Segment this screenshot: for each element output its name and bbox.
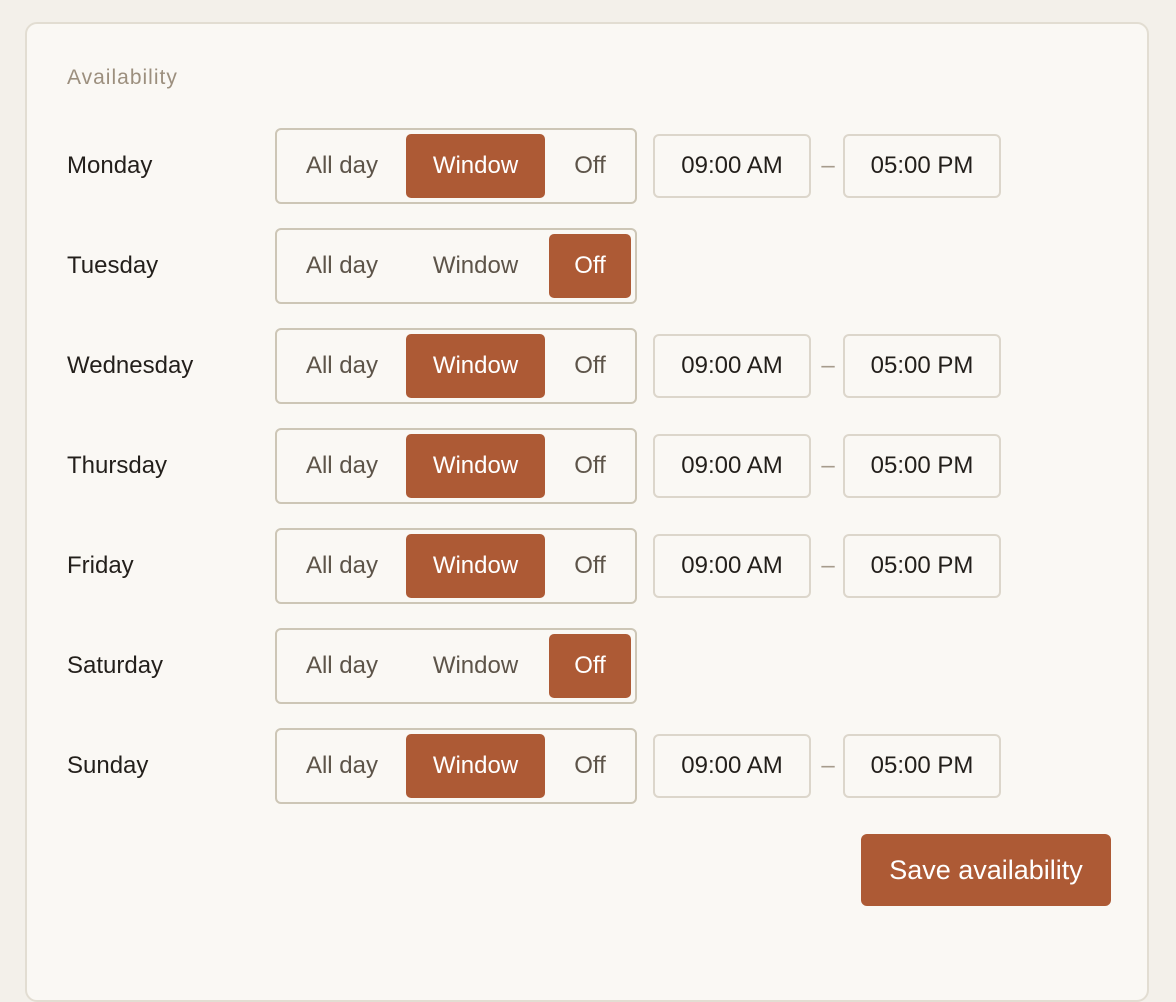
mode-segmented-control: All day Window Off — [275, 228, 637, 304]
day-row-thursday: Thursday All day Window Off 09:00 AM –05:00 P… — [27, 428, 1147, 504]
start-time-input[interactable]: 09:00 AM — [653, 434, 811, 498]
mode-option-all-day[interactable]: All day — [281, 734, 403, 798]
start-time-input[interactable]: 09:00 AM — [653, 534, 811, 598]
mode-segmented-control: All day Window Off — [275, 128, 637, 204]
day-row-sunday: Sunday All day Window Off 09:00 AM –05:00 PM — [27, 728, 1147, 804]
day-row-saturday: Saturday All day Window Off — [27, 628, 1147, 704]
section-title: Availability — [67, 66, 178, 89]
mode-option-window[interactable]: Window — [406, 534, 545, 598]
mode-option-all-day[interactable]: All day — [281, 334, 403, 398]
day-row-wednesday: Wednesday All day Window Off 09:00 AM –05:00 … — [27, 328, 1147, 404]
end-time-input[interactable]: 05:00 PM — [843, 734, 1001, 798]
time-separator: – — [821, 752, 835, 779]
day-label: Saturday — [67, 652, 164, 679]
mode-option-off[interactable]: Off — [549, 534, 631, 598]
day-row-monday: Monday All day Window Off 09:00 AM –05:00 PM — [27, 128, 1147, 204]
mode-option-all-day[interactable]: All day — [281, 234, 403, 298]
day-row-tuesday: Tuesday All day Window Off — [27, 228, 1147, 304]
end-time-input[interactable]: 05:00 PM — [843, 334, 1001, 398]
mode-option-window[interactable]: Window — [406, 734, 545, 798]
day-label: Monday — [67, 152, 153, 179]
mode-segmented-control: All day Window Off — [275, 728, 637, 804]
mode-option-all-day[interactable]: All day — [281, 434, 403, 498]
mode-option-off[interactable]: Off — [549, 234, 631, 298]
mode-option-all-day[interactable]: All day — [281, 534, 403, 598]
mode-segmented-control: All day Window Off — [275, 628, 637, 704]
mode-option-off[interactable]: Off — [549, 634, 631, 698]
mode-segmented-control: All day Window Off — [275, 328, 637, 404]
mode-option-all-day[interactable]: All day — [281, 134, 403, 198]
day-label: Thursday — [67, 452, 168, 479]
time-separator: – — [821, 152, 835, 179]
mode-option-all-day[interactable]: All day — [281, 634, 403, 698]
day-label: Friday — [67, 552, 134, 579]
time-separator: – — [821, 352, 835, 379]
mode-option-window[interactable]: Window — [406, 434, 545, 498]
mode-option-off[interactable]: Off — [549, 734, 631, 798]
mode-option-off[interactable]: Off — [549, 334, 631, 398]
mode-segmented-control: All day Window Off — [275, 528, 637, 604]
start-time-input[interactable]: 09:00 AM — [653, 134, 811, 198]
availability-card: Availability Monday All day Window Off 09:00… — [25, 22, 1149, 1002]
mode-option-off[interactable]: Off — [549, 434, 631, 498]
mode-option-window[interactable]: Window — [406, 634, 545, 698]
end-time-input[interactable]: 05:00 PM — [843, 434, 1001, 498]
time-separator: – — [821, 552, 835, 579]
day-label: Wednesday — [67, 352, 194, 379]
mode-option-off[interactable]: Off — [549, 134, 631, 198]
mode-option-window[interactable]: Window — [406, 234, 545, 298]
day-row-friday: Friday All day Window Off 09:00 AM –05:00 PM — [27, 528, 1147, 604]
start-time-input[interactable]: 09:00 AM — [653, 734, 811, 798]
mode-option-window[interactable]: Window — [406, 134, 545, 198]
day-label: Tuesday — [67, 252, 159, 279]
save-availability-button[interactable]: Save availability — [861, 834, 1111, 906]
mode-segmented-control: All day Window Off — [275, 428, 637, 504]
day-label: Sunday — [67, 752, 149, 779]
mode-option-window[interactable]: Window — [406, 334, 545, 398]
start-time-input[interactable]: 09:00 AM — [653, 334, 811, 398]
end-time-input[interactable]: 05:00 PM — [843, 134, 1001, 198]
time-separator: – — [821, 452, 835, 479]
end-time-input[interactable]: 05:00 PM — [843, 534, 1001, 598]
